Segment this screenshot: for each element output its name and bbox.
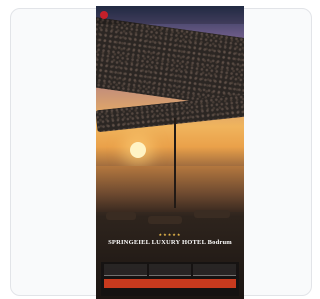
hotel-name-title: SPRINGEIEL LUXURY HOTEL Bodrum	[108, 239, 232, 246]
check-in-field[interactable]	[104, 264, 147, 276]
hotel-star-rating: ★★★★★	[158, 232, 182, 237]
top-navigation	[96, 6, 244, 24]
check-availability-button[interactable]	[104, 279, 236, 288]
booking-widget	[101, 262, 239, 296]
shade-canopy	[96, 16, 244, 110]
guests-field[interactable]	[193, 264, 237, 276]
shade-canopy-lower	[96, 93, 244, 133]
sun-lounger	[148, 216, 182, 224]
sun-lounger	[106, 212, 136, 220]
hotel-homepage-preview: ★★★★★ SPRINGEIEL LUXURY HOTEL Bodrum	[96, 6, 244, 299]
sun	[130, 142, 146, 158]
booking-fields	[104, 264, 237, 276]
hero-image	[96, 6, 244, 299]
sea	[96, 166, 244, 212]
check-out-field[interactable]	[148, 264, 192, 276]
canopy-pole	[174, 118, 176, 208]
brand-logo-icon[interactable]	[100, 11, 108, 19]
sun-lounger	[194, 210, 230, 218]
